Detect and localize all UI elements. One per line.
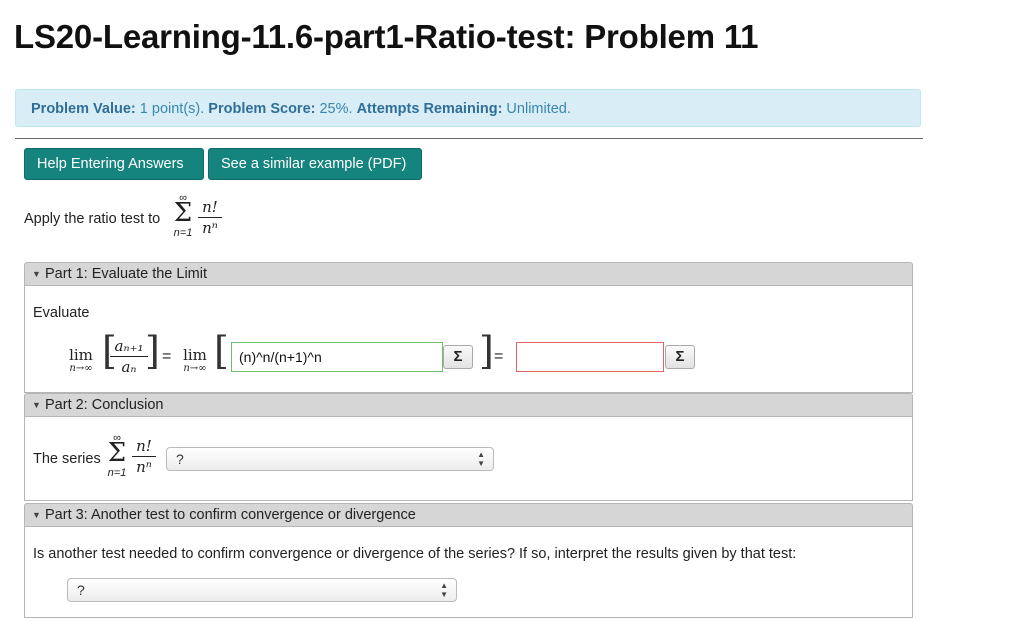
part2-header[interactable]: ▼ Part 2: Conclusion — [24, 393, 913, 417]
evaluate-label: Evaluate — [33, 305, 90, 321]
problem-score: 25%. — [315, 101, 357, 117]
another-test-select-value: ? — [77, 582, 85, 598]
collapse-caret-icon: ▼ — [32, 510, 41, 520]
divider — [15, 138, 923, 139]
equation-editor-button-2[interactable]: Σ — [665, 345, 695, 369]
sum-lower-limit: n=1 — [107, 467, 127, 479]
part3-body — [24, 527, 913, 618]
equation-editor-button[interactable]: Σ — [443, 345, 473, 369]
equals-sign-2: = — [494, 348, 504, 365]
ratio-numerator: aₙ₊₁ — [114, 337, 144, 355]
conclusion-select-value: ? — [176, 451, 184, 467]
problem-value: 1 point(s). — [135, 101, 209, 117]
fraction-bar — [198, 217, 222, 218]
attempts-remaining: Unlimited. — [502, 101, 571, 117]
lim-subscript: n→∞ — [183, 363, 207, 374]
part2-header-label: Part 2: Conclusion — [45, 397, 164, 413]
another-test-select[interactable]: ? ▲ ▼ — [67, 578, 457, 602]
lim-subscript: n→∞ — [69, 363, 93, 374]
intro-text: Apply the ratio test to — [24, 211, 161, 227]
fraction-denominator: nⁿ — [202, 219, 218, 237]
part1-header-label: Part 1: Evaluate the Limit — [45, 266, 207, 282]
fraction-numerator: n! — [202, 198, 218, 216]
equals-sign: = — [162, 348, 172, 365]
conclusion-summation: ∞ Σ n=1 — [102, 432, 132, 484]
limit-expression-left: lim n→∞ — [62, 347, 100, 375]
help-entering-answers-button[interactable]: Help Entering Answers — [24, 148, 204, 180]
part1-header[interactable]: ▼ Part 1: Evaluate the Limit — [24, 262, 913, 286]
collapse-caret-icon: ▼ — [32, 269, 41, 279]
part3-header[interactable]: ▼ Part 3: Another test to confirm conver… — [24, 503, 913, 527]
problem-value-label: Problem Value: — [31, 101, 136, 117]
ratio-denominator: aₙ — [121, 358, 137, 376]
similar-example-pdf-button[interactable]: See a similar example (PDF) — [208, 148, 422, 180]
right-bracket-2: ] — [479, 329, 494, 373]
select-arrows-icon: ▲ ▼ — [477, 450, 485, 468]
ratio-fraction: aₙ₊₁ aₙ — [110, 338, 148, 375]
intro-summation: ∞ Σ n=1 — [168, 192, 198, 244]
sigma-symbol: Σ — [173, 198, 193, 228]
page-title: LS20-Learning-11.6-part1-Ratio-test: Pro… — [14, 18, 759, 55]
fraction-bar — [132, 456, 156, 457]
left-bracket-2: [ — [214, 329, 229, 373]
lim-word: lim — [69, 346, 93, 364]
sum-lower-limit: n=1 — [173, 227, 193, 239]
select-arrows-icon: ▲ ▼ — [440, 581, 448, 599]
problem-score-label: Problem Score: — [208, 101, 316, 117]
part3-question: Is another test needed to confirm conver… — [33, 546, 797, 562]
ratio-answer-input[interactable]: (n)^n/(n+1)^n — [231, 342, 443, 372]
fraction-denominator: nⁿ — [136, 458, 152, 476]
limit-answer-input[interactable] — [516, 342, 664, 372]
sigma-symbol: Σ — [107, 438, 127, 468]
conclusion-select[interactable]: ? ▲ ▼ — [166, 447, 494, 471]
problem-info-banner: Problem Value: 1 point(s). Problem Score… — [15, 89, 921, 127]
ratio-bar — [110, 356, 148, 357]
right-bracket: ] — [145, 329, 160, 373]
lim-word: lim — [183, 346, 207, 364]
conclusion-fraction: n! nⁿ — [132, 438, 156, 475]
series-label: The series — [33, 451, 101, 467]
attempts-remaining-label: Attempts Remaining: — [356, 101, 503, 117]
fraction-numerator: n! — [136, 437, 152, 455]
intro-fraction: n! nⁿ — [198, 199, 222, 236]
collapse-caret-icon: ▼ — [32, 400, 41, 410]
part3-header-label: Part 3: Another test to confirm converge… — [45, 507, 416, 523]
limit-expression-right: lim n→∞ — [176, 347, 214, 375]
